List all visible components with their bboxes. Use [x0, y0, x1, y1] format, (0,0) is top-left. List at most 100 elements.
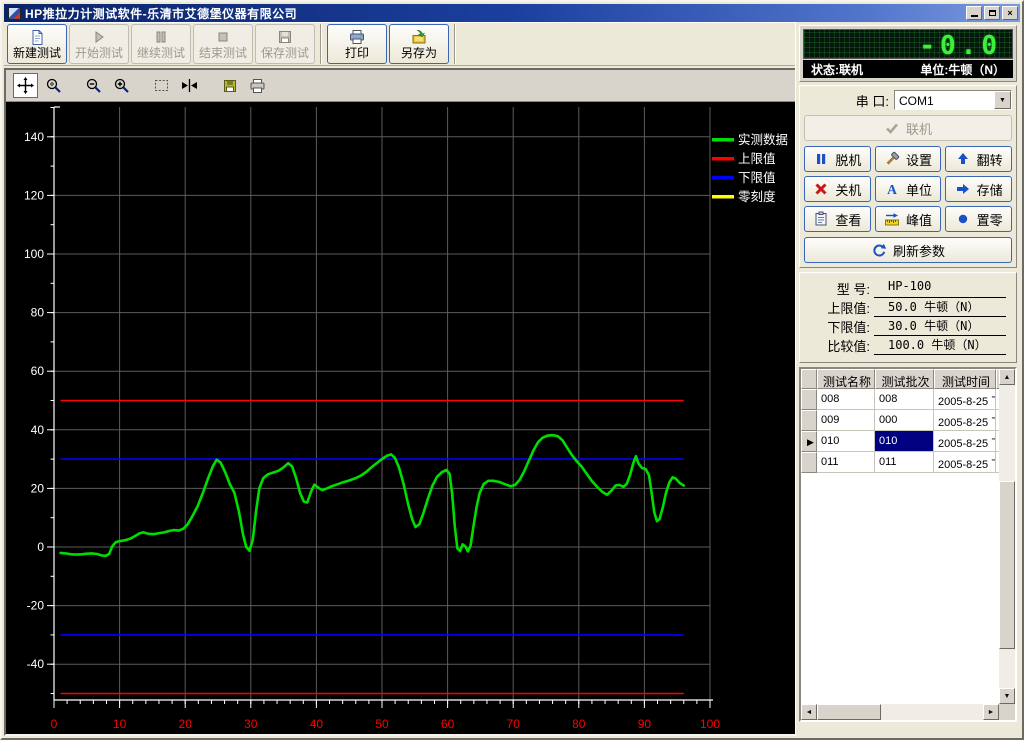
scroll-right-icon[interactable]: ► — [983, 704, 999, 720]
titlebar: HP推拉力计测试软件-乐清市艾德堡仪器有限公司 × — [4, 4, 1020, 22]
status-label: 状态:联机 — [811, 62, 863, 77]
column-header[interactable]: 测试时间 — [934, 369, 996, 389]
force-chart: -40 -20 0 20 40 60 80 100 120 140 0 10 20 30 40 50 60 70 8… — [6, 102, 797, 734]
table-cell[interactable]: 008 — [817, 389, 875, 410]
com-port-value: COM1 — [899, 94, 934, 108]
view-button[interactable]: 查看 — [804, 206, 871, 232]
legend-swatch — [712, 195, 734, 199]
zoom-out-button[interactable] — [81, 73, 106, 98]
table-horizontal-scrollbar[interactable]: ◄ ► — [801, 704, 999, 720]
select-region-button[interactable] — [149, 73, 174, 98]
y-tick-label: 80 — [31, 306, 45, 320]
table-cell[interactable]: 2005-8-25 下午 — [934, 389, 996, 410]
table-cell[interactable]: 000 — [875, 410, 934, 431]
end-test-button[interactable]: 结束测试 — [193, 24, 253, 64]
fit-width-icon — [181, 77, 198, 94]
row-selector-cell: ▶ — [801, 431, 817, 452]
store-button[interactable]: 存储 — [945, 176, 1012, 202]
offline-button[interactable]: 脱机 — [804, 146, 871, 172]
horizontal-scroll-thumb[interactable] — [817, 704, 881, 720]
table-vertical-scrollbar[interactable]: ▲ ▼ — [999, 369, 1015, 704]
device-info-panel: 型 号: HP-100 上限值: 50.0 牛顿（N） 下限值: 30.0 牛顿（N） 比较… — [799, 272, 1017, 363]
power-off-button[interactable]: 关机 — [804, 176, 871, 202]
table-cell[interactable]: 011 — [875, 452, 934, 473]
print-button[interactable]: 打印 — [327, 24, 387, 64]
main-toolbar: 新建测试 开始测试 继续测试 结束测试 保存测试 打印 另存为 — [4, 22, 799, 66]
table-cell[interactable]: 2005-8-25 下午 — [934, 431, 996, 452]
vertical-scroll-thumb[interactable] — [999, 481, 1015, 649]
table-cell[interactable]: 2005-8-25 下午 — [934, 452, 996, 473]
zoom-in-icon — [113, 77, 130, 94]
info-label: 上限值: — [827, 301, 870, 316]
zoom-drag-icon — [45, 77, 62, 94]
info-value: 30.0 牛顿（N） — [874, 317, 1006, 336]
chart-panel: -40 -20 0 20 40 60 80 100 120 140 0 10 20 30 40 50 60 70 8… — [4, 68, 799, 736]
table-row[interactable]: ▶0100102005-8-25 下午 — [801, 431, 999, 452]
x-tick-label: 20 — [179, 717, 193, 731]
printer-small-icon — [249, 78, 266, 94]
y-tick-label: 140 — [24, 130, 44, 144]
settings-button[interactable]: 设置 — [874, 146, 942, 172]
x-tick-label: 10 — [113, 717, 127, 731]
info-row: 型 号: HP-100 — [806, 279, 1006, 298]
scroll-left-icon[interactable]: ◄ — [801, 704, 817, 720]
x-tick-label: 0 — [51, 717, 58, 731]
minimize-button[interactable] — [966, 6, 982, 20]
scroll-down-icon[interactable]: ▼ — [999, 688, 1015, 704]
save-test-button[interactable]: 保存测试 — [255, 24, 315, 64]
unit-button[interactable]: A 单位 — [874, 176, 942, 202]
scrollbar-corner — [999, 704, 1015, 720]
info-row: 比较值: 100.0 牛顿（N） — [806, 336, 1006, 355]
restore-button[interactable] — [984, 6, 1000, 20]
zoom-in-button[interactable] — [109, 73, 134, 98]
table-cell[interactable]: 009 — [817, 410, 875, 431]
column-header[interactable]: 测试名称 — [817, 369, 875, 389]
table-cell[interactable]: 011 — [817, 452, 875, 473]
hammer-icon — [884, 151, 900, 167]
x-tick-label: 50 — [375, 717, 389, 731]
led-panel: -0.0 状态:联机 单位:牛顿（N） — [799, 25, 1017, 82]
peak-button[interactable]: 峰值 — [874, 206, 942, 232]
connect-button[interactable]: 联机 — [804, 115, 1012, 141]
table-cell[interactable]: 010 — [817, 431, 875, 452]
close-icon: × — [1007, 7, 1013, 18]
save-chart-button[interactable] — [217, 73, 242, 98]
pan-icon — [17, 77, 34, 94]
flip-button[interactable]: 翻转 — [945, 146, 1012, 172]
x-tick-label: 90 — [638, 717, 652, 731]
table-row[interactable]: 0110112005-8-25 下午 — [801, 452, 999, 473]
table-row[interactable]: 0080082005-8-25 下午 — [801, 389, 999, 410]
refresh-params-button[interactable]: 刷新参数 — [804, 237, 1012, 263]
close-button[interactable]: × — [1002, 6, 1018, 20]
table-row[interactable]: 0090002005-8-25 下午 — [801, 410, 999, 431]
y-tick-label: 40 — [31, 423, 45, 437]
row-selector-cell — [801, 389, 817, 410]
ruler-icon — [884, 211, 900, 227]
table-cell[interactable]: 008 — [875, 389, 934, 410]
scroll-up-icon[interactable]: ▲ — [999, 369, 1015, 385]
legend-label: 下限值 — [738, 170, 776, 185]
chevron-down-icon[interactable]: ▼ — [994, 91, 1011, 109]
y-tick-label: 100 — [24, 247, 44, 261]
plot-background — [6, 102, 797, 734]
app-icon — [8, 6, 21, 20]
print-chart-button[interactable] — [245, 73, 270, 98]
toolbar-separator — [320, 24, 322, 64]
zero-button[interactable]: 置零 — [945, 206, 1012, 232]
fit-width-button[interactable] — [177, 73, 202, 98]
column-header[interactable]: 测试批次 — [875, 369, 934, 389]
new-test-button[interactable]: 新建测试 — [7, 24, 67, 64]
table-cell[interactable]: 2005-8-25 下午 — [934, 410, 996, 431]
com-port-select[interactable]: COM1 ▼ — [894, 90, 1012, 110]
table-cell[interactable]: 010 — [875, 431, 934, 452]
continue-test-button[interactable]: 继续测试 — [131, 24, 191, 64]
pause-icon — [153, 28, 169, 46]
zoom-drag-button[interactable] — [41, 73, 66, 98]
force-readout: -0.0 — [803, 29, 1013, 59]
doc-new-icon — [29, 28, 45, 46]
save-as-button[interactable]: 另存为 — [389, 24, 449, 64]
start-test-button[interactable]: 开始测试 — [69, 24, 129, 64]
info-value: HP-100 — [874, 279, 1006, 298]
refresh-icon — [871, 242, 887, 258]
pan-button[interactable] — [13, 73, 38, 98]
